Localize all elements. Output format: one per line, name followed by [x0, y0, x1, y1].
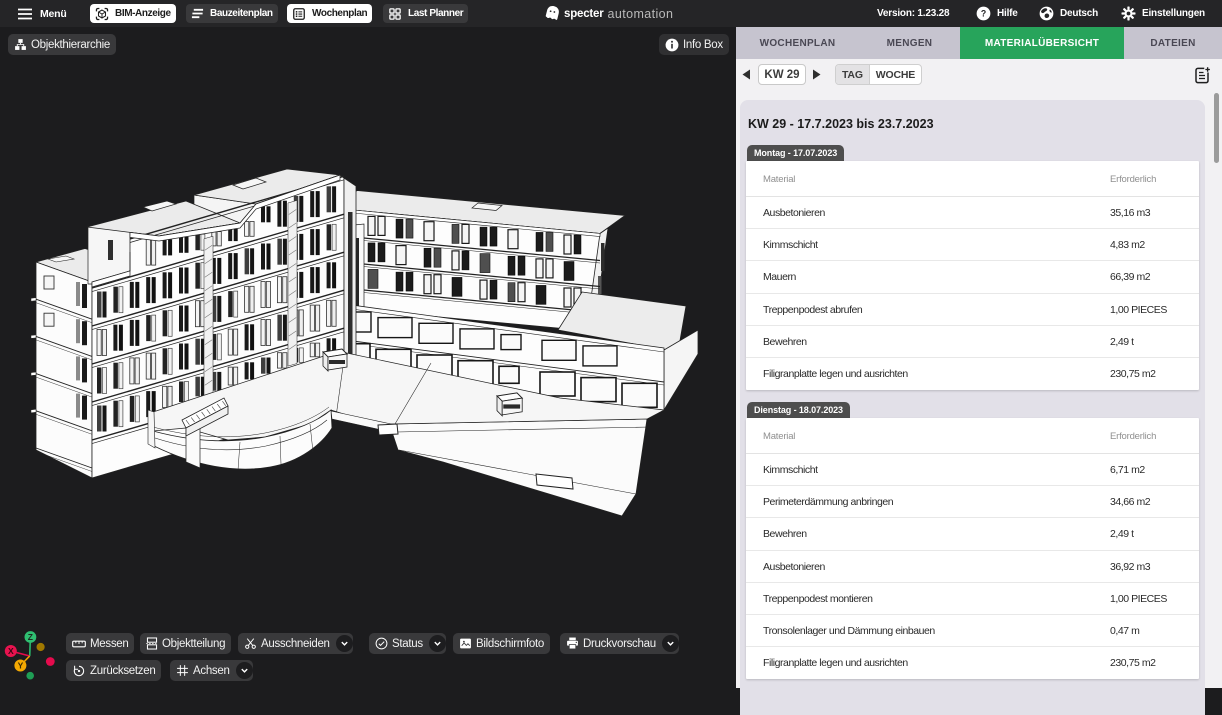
svg-text:Y: Y	[18, 661, 24, 671]
svg-text:?: ?	[981, 9, 986, 19]
svg-text:X: X	[8, 646, 14, 656]
svg-text:Z: Z	[28, 632, 33, 642]
